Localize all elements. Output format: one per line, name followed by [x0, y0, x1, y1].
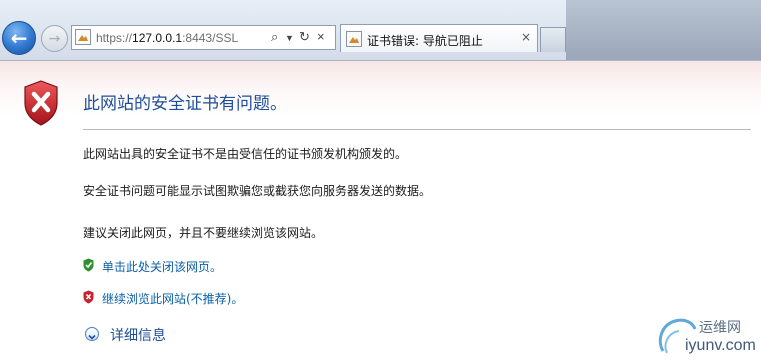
chevron-down-icon[interactable] — [85, 327, 99, 341]
browser-toolbar: ← → https://127.0.0.1:8443/SSL ⌕ ▼ ↻ × 证… — [0, 0, 761, 61]
forward-arrow-icon: → — [48, 30, 61, 47]
forward-button[interactable]: → — [41, 25, 68, 52]
close-page-link[interactable]: 单击此处关闭该网页。 — [102, 258, 222, 275]
red-shield-x-icon — [24, 80, 58, 126]
security-warning: 安全证书问题可能显示试图欺骗您或截获您向服务器发送的数据。 — [83, 184, 432, 198]
address-bar[interactable]: https://127.0.0.1:8443/SSL ⌕ ▼ ↻ × — [71, 25, 336, 50]
search-icon[interactable]: ⌕ — [271, 29, 278, 45]
more-information-link[interactable]: 详细信息 — [110, 325, 166, 345]
red-shield-x-icon — [83, 290, 94, 304]
tab-strip-background — [566, 0, 761, 60]
address-url[interactable]: https://127.0.0.1:8443/SSL — [96, 31, 238, 45]
url-scheme: https:// — [96, 31, 133, 45]
watermark-domain: iyunv.com — [685, 337, 756, 354]
back-button[interactable]: ← — [2, 21, 36, 55]
tab-certificate-error[interactable]: 证书错误: 导航已阻止 × — [340, 24, 538, 52]
back-arrow-icon: ← — [10, 26, 28, 50]
error-description: 此网站出具的安全证书不是由受信任的证书颁发机构颁发的。 — [83, 147, 408, 161]
recommendation: 建议关闭此网页，并且不要继续浏览该网站。 — [83, 226, 324, 240]
watermark: 运维网 iyunv.com — [655, 313, 756, 358]
site-icon — [75, 29, 91, 45]
tab-site-icon — [346, 31, 362, 47]
certificate-error-page: 此网站的安全证书有问题。 此网站出具的安全证书不是由受信任的证书颁发机构颁发的。… — [0, 61, 761, 361]
divider — [83, 129, 751, 130]
refresh-icon[interactable]: ↻ — [299, 29, 310, 45]
url-path: :8443/SSL — [182, 31, 239, 45]
dropdown-arrow-icon[interactable]: ▼ — [285, 33, 294, 43]
continue-to-website-link[interactable]: 继续浏览此网站(不推荐)。 — [102, 290, 243, 307]
watermark-text: 运维网 — [699, 320, 741, 336]
tab-close-icon[interactable]: × — [521, 30, 531, 44]
green-shield-check-icon — [83, 258, 94, 272]
new-tab-button[interactable] — [540, 27, 566, 52]
url-host: 127.0.0.1 — [132, 31, 183, 45]
stop-icon[interactable]: × — [317, 29, 325, 44]
page-title: 此网站的安全证书有问题。 — [83, 94, 287, 114]
tab-title: 证书错误: 导航已阻止 — [367, 34, 483, 48]
